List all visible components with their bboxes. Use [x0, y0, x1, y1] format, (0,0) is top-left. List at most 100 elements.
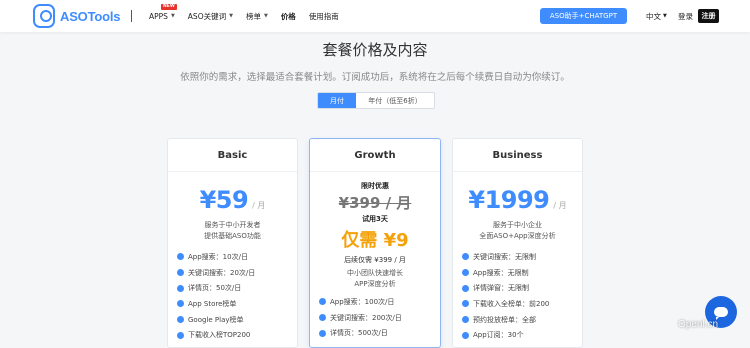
- plan-price: ¥1999/ 月: [453, 186, 582, 214]
- bullet-icon: [319, 329, 326, 337]
- feature-text: 详情页：500次/日: [330, 329, 388, 338]
- bullet-icon: [462, 316, 469, 324]
- feature-item: 关键词搜索：无限制: [462, 249, 582, 265]
- nav-item-label: 价格: [280, 11, 296, 21]
- chevron-down-icon: ▼: [229, 13, 233, 19]
- feature-text: 关键词搜索：无限制: [473, 252, 536, 261]
- feature-item: 详情页：50次/日: [177, 280, 297, 296]
- feature-list: App搜索：100次/日 关键词搜索：200次/日 详情页：500次/日: [310, 294, 440, 341]
- price-value: ¥1999: [468, 186, 550, 214]
- bullet-icon: [462, 300, 469, 308]
- feature-text: App搜索：100次/日: [330, 297, 395, 306]
- aso-assistant-button[interactable]: ASO助手+CHATGPT: [540, 8, 627, 24]
- monthly-option[interactable]: 月付: [318, 93, 356, 108]
- plan-name: Business: [453, 139, 582, 172]
- nav-item-label: 使用指南: [308, 11, 339, 21]
- chevron-down-icon: ▼: [263, 13, 268, 19]
- price-unit: / 月: [553, 201, 567, 210]
- feature-text: 下载收入全榜单：前200: [473, 299, 550, 308]
- bullet-icon: [177, 269, 184, 277]
- bullet-icon: [462, 269, 469, 277]
- feature-text: App搜索：无限制: [473, 268, 529, 277]
- feature-text: App订阅：30个: [473, 331, 524, 340]
- nav-item-aso-keywords[interactable]: ASO关键词 ▼: [188, 0, 233, 32]
- login-link[interactable]: 登录: [678, 0, 693, 32]
- chevron-down-icon: ▼: [170, 13, 175, 19]
- plan-description: 服务于中小企业 全面ASO+App深度分析: [453, 220, 582, 242]
- new-badge: NEW: [161, 4, 177, 10]
- feature-item: App搜索：10次/日: [177, 249, 297, 265]
- promo-label: 限时优惠: [361, 182, 389, 190]
- nav-item-pricing[interactable]: 价格: [281, 0, 296, 32]
- promo-price: 仅需 ¥9: [341, 230, 409, 251]
- top-navbar: ASOTools NEW APPS ▼ ASO关键词 ▼ 榜单 ▼ 价格 使用指…: [0, 0, 750, 32]
- plan-name: Growth: [310, 139, 440, 172]
- language-selector[interactable]: 中文 ▼: [646, 0, 667, 32]
- bullet-icon: [177, 331, 184, 339]
- yearly-option[interactable]: 年付（低至6折）: [356, 93, 434, 108]
- feature-item: 关键词搜索：200次/日: [319, 310, 440, 326]
- bullet-icon: [462, 284, 469, 292]
- register-button[interactable]: 注册: [698, 9, 719, 23]
- plan-description: 中小团队快速增长 APP深度分析: [310, 268, 440, 290]
- plan-card-business: Business ¥1999/ 月 服务于中小企业 全面ASO+App深度分析 …: [452, 138, 583, 348]
- plan-price: ¥59/ 月: [168, 186, 297, 214]
- feature-text: App搜索：10次/日: [188, 252, 248, 261]
- feature-item: App搜索：无限制: [462, 265, 582, 281]
- description-line: 服务于中小开发者: [204, 221, 261, 229]
- feature-text: 下载收入榜TOP200: [188, 331, 251, 340]
- original-price: ¥399 / 月: [338, 194, 412, 212]
- description-line: 提供基础ASO功能: [204, 232, 261, 240]
- nav-item-label: ASO关键词: [187, 11, 227, 21]
- description-line: 中小团队快速增长: [347, 269, 403, 277]
- feature-text: 预约投放榜单：全部: [473, 315, 536, 324]
- nav-divider: [131, 10, 132, 22]
- feature-item: App Store榜单: [177, 296, 297, 312]
- feature-item: 详情页：500次/日: [319, 325, 440, 341]
- plan-card-basic: Basic ¥59/ 月 服务于中小开发者 提供基础ASO功能 App搜索：10…: [167, 138, 298, 348]
- logo-icon: [33, 4, 55, 28]
- nav-item-label: 榜单: [245, 11, 261, 21]
- plan-description: 服务于中小开发者 提供基础ASO功能: [168, 220, 297, 242]
- feature-item: 关键词搜索：20次/日: [177, 265, 297, 281]
- feature-text: 关键词搜索：20次/日: [188, 268, 256, 277]
- feature-item: 预约投放榜单：全部: [462, 312, 582, 328]
- logo-text: ASOTools: [60, 8, 121, 24]
- feature-text: Google Play榜单: [188, 315, 244, 324]
- bullet-icon: [177, 316, 184, 324]
- description-line: 服务于中小企业: [493, 221, 542, 229]
- bullet-icon: [319, 314, 326, 322]
- feature-item: App搜索：100次/日: [319, 294, 440, 310]
- page-subtitle: 依照你的需求，选择最适合套餐计划。订阅成功后，系统将在之后每个续费日自动为你续订…: [180, 72, 570, 83]
- bullet-icon: [462, 253, 469, 261]
- logo[interactable]: ASOTools: [33, 4, 120, 28]
- feature-item: 下载收入全榜单：前200: [462, 296, 582, 312]
- price-unit: / 月: [252, 201, 266, 210]
- feature-text: App Store榜单: [188, 299, 237, 308]
- chat-bubble-icon: [714, 307, 728, 320]
- nav-item-apps[interactable]: NEW APPS ▼: [149, 0, 177, 32]
- billing-toggle: 月付 年付（低至6折）: [317, 92, 435, 109]
- watermark: Openl.cn: [678, 319, 719, 330]
- language-label: 中文: [646, 11, 661, 21]
- main-nav: NEW APPS ▼ ASO关键词 ▼ 榜单 ▼ 价格 使用指南: [149, 0, 352, 32]
- plan-card-growth: Growth 限时优惠 ¥399 / 月 试用3天 仅需 ¥9 后续仅需 ¥39…: [309, 138, 441, 348]
- trial-label: 试用3天: [362, 215, 388, 223]
- description-line: APP深度分析: [354, 280, 396, 288]
- feature-list: 关键词搜索：无限制 App搜索：无限制 详情弹窗：无限制 下载收入全榜单：前20…: [453, 249, 582, 343]
- bullet-icon: [177, 284, 184, 292]
- nav-item-rankings[interactable]: 榜单 ▼: [246, 0, 268, 32]
- feature-text: 关键词搜索：200次/日: [330, 313, 402, 322]
- page-title: 套餐价格及内容: [322, 41, 428, 59]
- feature-text: 详情页：50次/日: [188, 284, 242, 293]
- nav-item-guide[interactable]: 使用指南: [309, 0, 339, 32]
- price-value: ¥59: [199, 186, 249, 214]
- renewal-price: 后续仅需 ¥399 / 月: [344, 256, 406, 264]
- feature-list: App搜索：10次/日 关键词搜索：20次/日 详情页：50次/日 App St…: [168, 249, 297, 343]
- description-line: 全面ASO+App深度分析: [479, 232, 556, 240]
- chevron-down-icon: ▼: [663, 13, 667, 19]
- feature-item: 详情弹窗：无限制: [462, 280, 582, 296]
- feature-item: Google Play榜单: [177, 312, 297, 328]
- plan-name: Basic: [168, 139, 297, 172]
- bullet-icon: [319, 298, 326, 306]
